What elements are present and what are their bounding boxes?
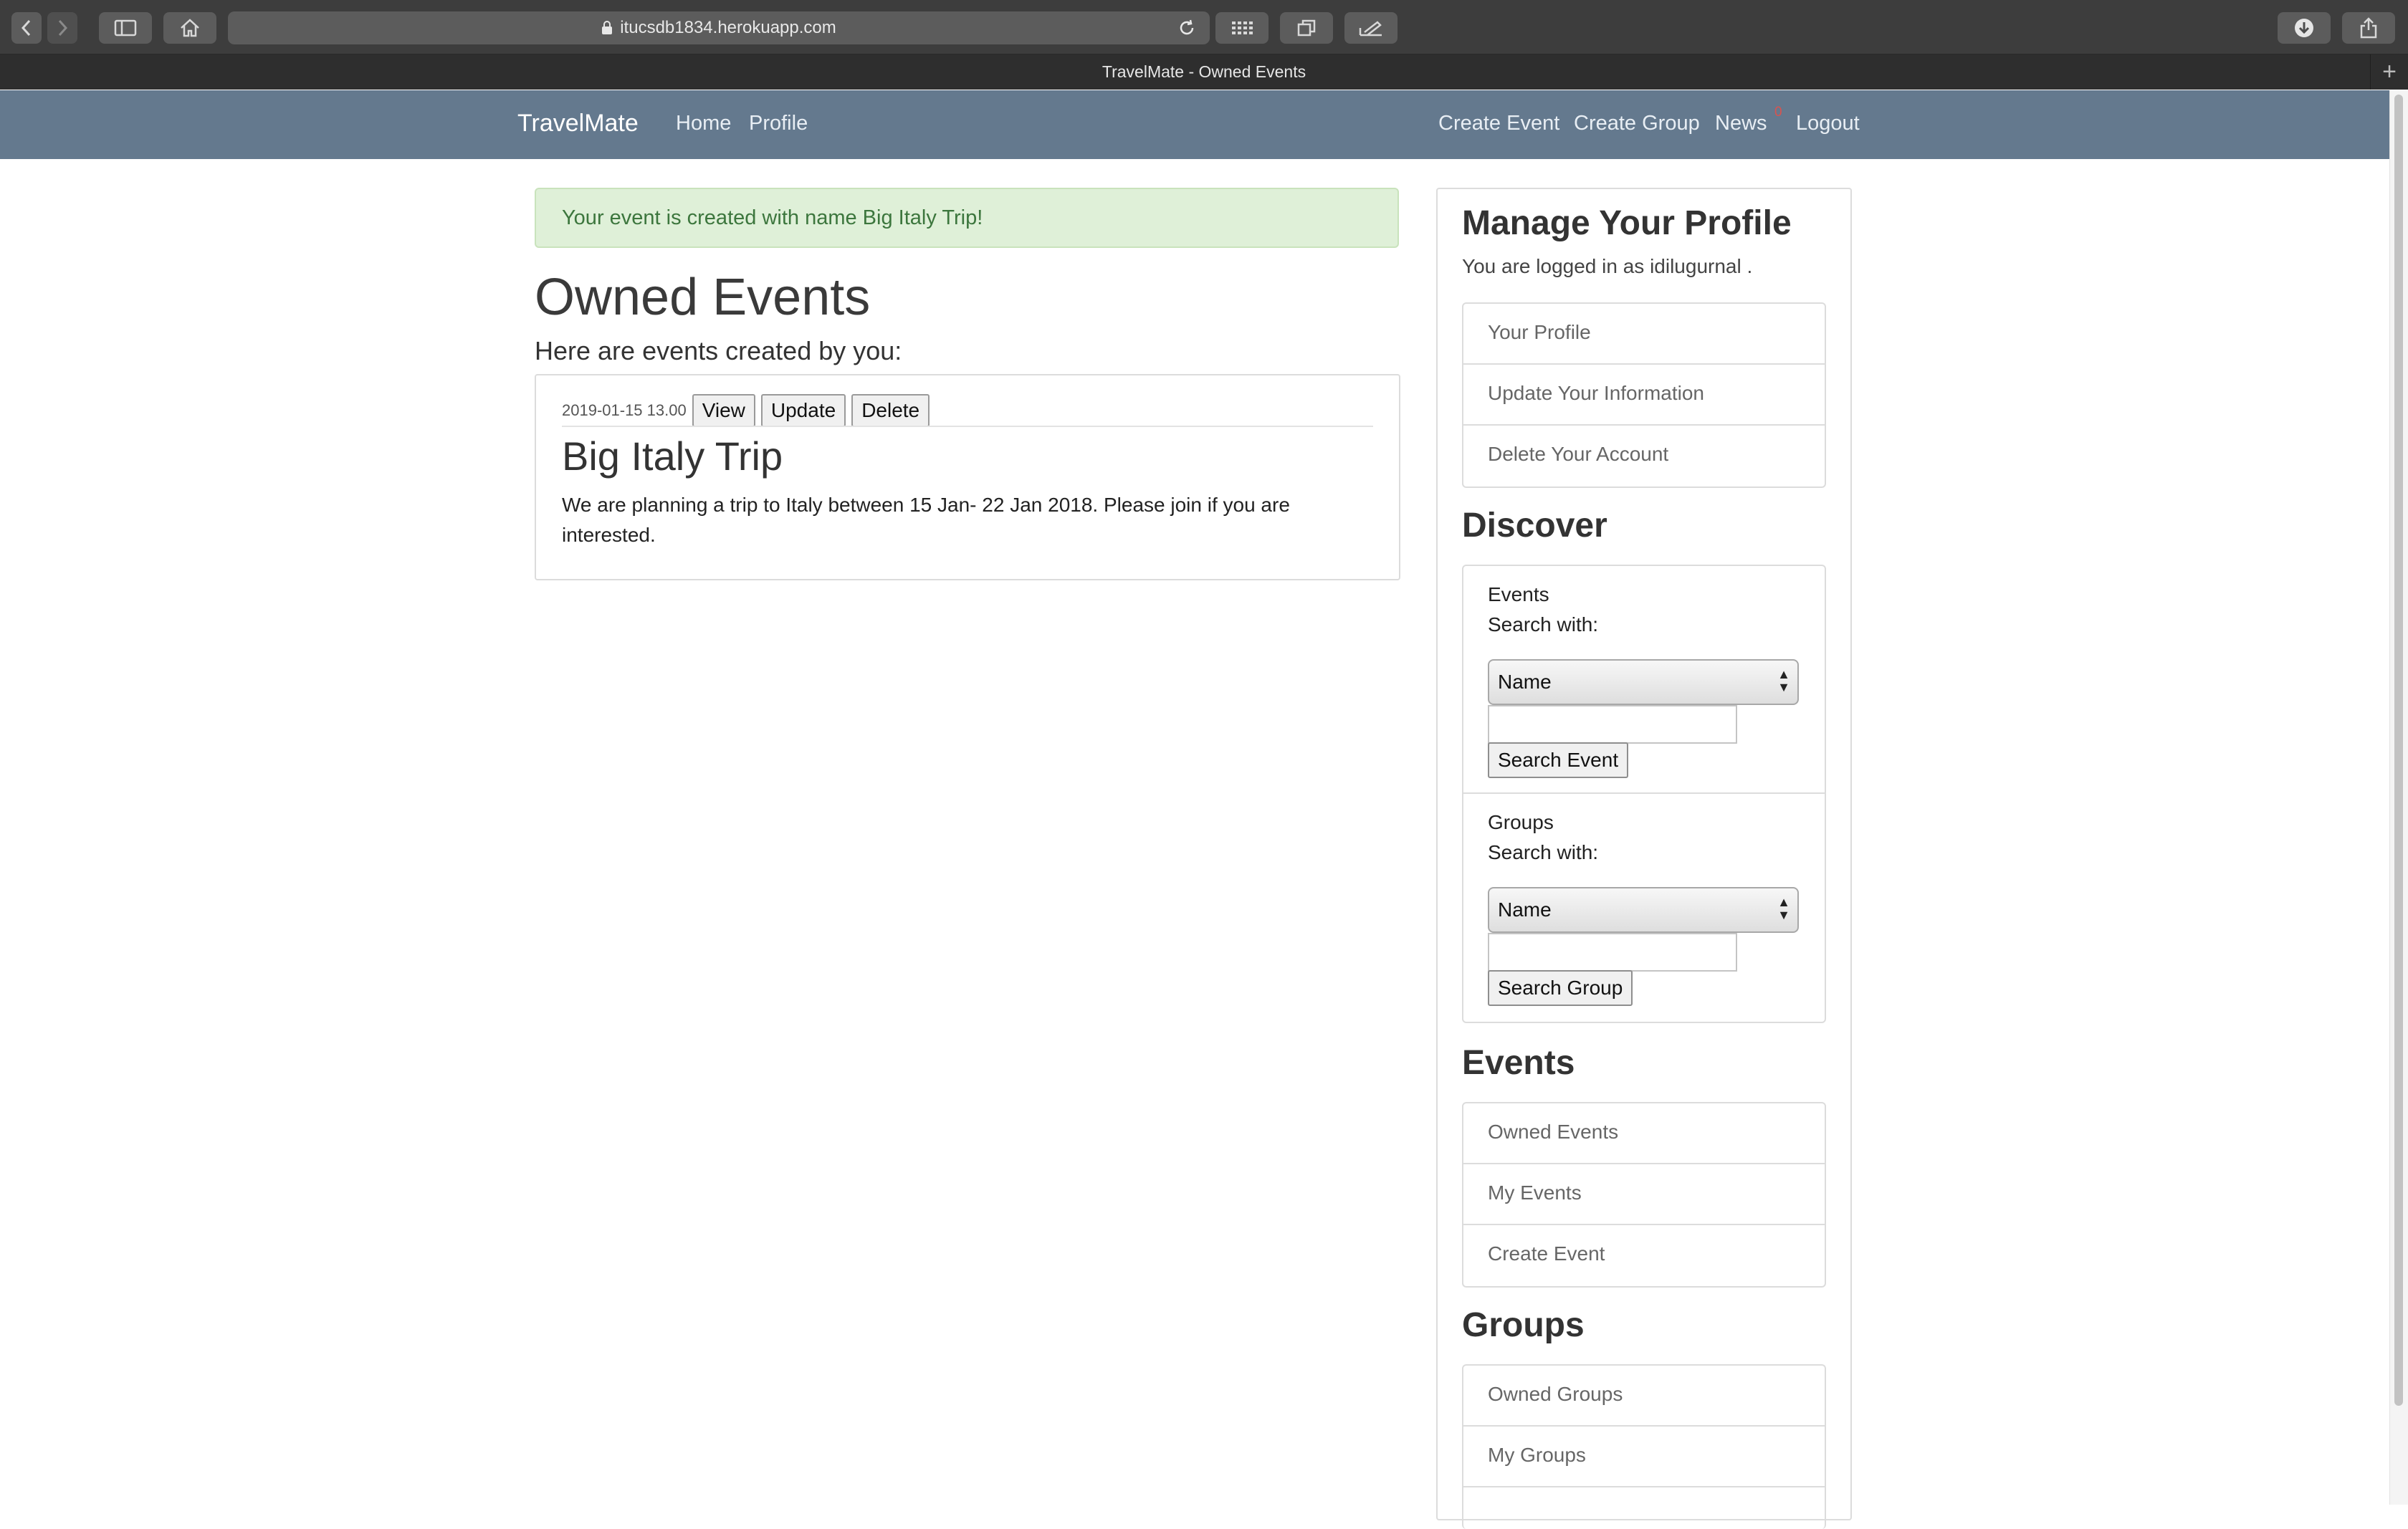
your-profile-link[interactable]: Your Profile <box>1463 304 1825 365</box>
nav-home[interactable]: Home <box>676 112 731 135</box>
alert-message: Your event is created with name Big Ital… <box>562 206 983 229</box>
events-links: Owned Events My Events Create Event <box>1462 1102 1826 1288</box>
home-icon <box>181 19 199 37</box>
groups-search-input[interactable] <box>1488 933 1737 972</box>
events-select-value: Name <box>1498 671 1552 693</box>
grid-icon <box>1232 21 1253 34</box>
nav-logout[interactable]: Logout <box>1796 112 1860 135</box>
events-search-label: Events <box>1488 583 1549 605</box>
discover-panel: Events Search with: Name ▲ ▼ Search Event… <box>1462 565 1826 1023</box>
reload-icon[interactable] <box>1177 18 1197 38</box>
share-icon <box>2360 17 2377 39</box>
update-information-link[interactable]: Update Your Information <box>1463 365 1825 426</box>
nav-create-group[interactable]: Create Group <box>1574 112 1700 135</box>
groups-heading: Groups <box>1462 1306 1585 1344</box>
browser-toolbar: itucsdb1834.herokuapp.com <box>0 0 2408 54</box>
chevron-right-icon <box>58 19 68 37</box>
owned-groups-link[interactable]: Owned Groups <box>1463 1366 1825 1427</box>
view-event-button[interactable]: View <box>692 394 755 427</box>
profile-links: Your Profile Update Your Information Del… <box>1462 302 1826 488</box>
lock-icon <box>602 21 613 34</box>
sidebar-toggle-button[interactable] <box>99 12 152 44</box>
tab-overview-button[interactable] <box>1280 12 1333 44</box>
event-divider <box>562 426 1373 427</box>
address-bar[interactable]: itucsdb1834.herokuapp.com <box>228 11 1210 44</box>
pen-icon <box>1359 21 1382 37</box>
plus-icon: + <box>2382 58 2397 85</box>
create-event-link[interactable]: Create Event <box>1463 1225 1825 1286</box>
scrollbar-thumb[interactable] <box>2394 95 2403 1406</box>
site-navbar: TravelMate Home Profile Create Event Cre… <box>0 90 2389 159</box>
event-card: 2019-01-15 13.00 View Update Delete Big … <box>535 374 1400 580</box>
url-text: itucsdb1834.herokuapp.com <box>620 18 836 37</box>
brand-link[interactable]: TravelMate <box>517 110 639 138</box>
nav-news[interactable]: News <box>1715 112 1767 135</box>
events-search-input[interactable] <box>1488 705 1737 744</box>
sidebar-icon <box>114 19 137 37</box>
tabs-icon <box>1297 19 1316 37</box>
groups-search-label: Groups <box>1488 811 1554 833</box>
event-description: We are planning a trip to Italy between … <box>562 494 1290 546</box>
share-button[interactable] <box>2342 12 2395 44</box>
news-count-badge: 0 <box>1774 105 1782 120</box>
groups-search-with: Search with: <box>1488 841 1599 863</box>
home-button[interactable] <box>163 12 216 44</box>
groups-select-value: Name <box>1498 898 1552 921</box>
new-tab-button[interactable]: + <box>2370 54 2408 90</box>
events-heading: Events <box>1462 1044 1575 1082</box>
search-event-button[interactable]: Search Event <box>1488 742 1629 778</box>
list-item[interactable] <box>1463 1487 1825 1529</box>
delete-event-button[interactable]: Delete <box>851 394 930 427</box>
groups-search-select[interactable]: Name ▲ ▼ <box>1488 887 1799 933</box>
nav-profile[interactable]: Profile <box>749 112 808 135</box>
owned-events-link[interactable]: Owned Events <box>1463 1103 1825 1164</box>
discover-divider <box>1463 792 1825 794</box>
success-alert: Your event is created with name Big Ital… <box>535 188 1399 248</box>
markup-button[interactable] <box>1344 12 1398 44</box>
back-button[interactable] <box>11 12 42 44</box>
delete-account-link[interactable]: Delete Your Account <box>1463 426 1825 486</box>
forward-button[interactable] <box>47 12 77 44</box>
profile-heading: Manage Your Profile <box>1462 204 1792 242</box>
tab-title[interactable]: TravelMate - Owned Events <box>1102 62 1306 82</box>
download-icon <box>2295 19 2313 37</box>
events-search-select[interactable]: Name ▲ ▼ <box>1488 659 1799 705</box>
nav-create-event[interactable]: Create Event <box>1438 112 1559 135</box>
page-subtitle: Here are events created by you: <box>535 336 902 365</box>
select-arrows-icon: ▲ ▼ <box>1777 667 1790 694</box>
event-date: 2019-01-15 13.00 <box>562 401 687 419</box>
search-group-button[interactable]: Search Group <box>1488 970 1633 1006</box>
sidebar: Manage Your Profile You are logged in as… <box>1436 188 1852 1529</box>
downloads-button[interactable] <box>2278 12 2331 44</box>
page-title: Owned Events <box>535 269 871 326</box>
events-search-with: Search with: <box>1488 613 1599 636</box>
select-arrows-icon: ▲ ▼ <box>1777 895 1790 922</box>
update-event-button[interactable]: Update <box>760 394 846 427</box>
event-title: Big Italy Trip <box>562 433 783 479</box>
top-sites-button[interactable] <box>1215 12 1268 44</box>
tab-bar: TravelMate - Owned Events + <box>0 54 2408 90</box>
my-groups-link[interactable]: My Groups <box>1463 1427 1825 1487</box>
my-events-link[interactable]: My Events <box>1463 1164 1825 1225</box>
discover-heading: Discover <box>1462 507 1607 545</box>
event-meta-row: 2019-01-15 13.00 View Update Delete <box>562 394 935 427</box>
chevron-left-icon <box>21 19 31 37</box>
logged-in-text: You are logged in as idilugurnal . <box>1462 255 1753 277</box>
